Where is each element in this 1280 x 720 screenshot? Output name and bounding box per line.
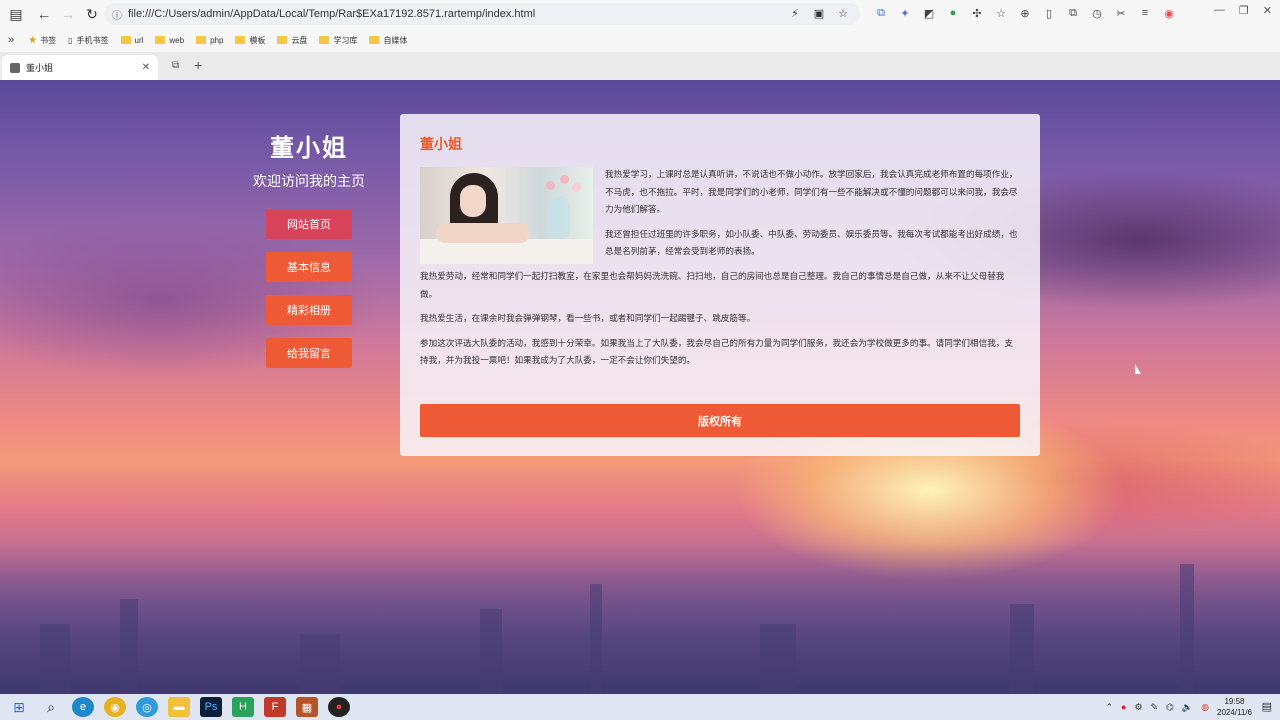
system-tray: ⌃ ● ⚙ ✎ ⌬ 🔈 ◍ 19:58 2024/11/6 bbox=[1105, 696, 1252, 718]
bookmark-folder[interactable]: web bbox=[155, 36, 184, 45]
bookmarks-bar: » ★ 书签 ▯ 手机书签 url web php 模板 云盘 学习库 自媒体 bbox=[0, 28, 1280, 52]
folder-icon bbox=[196, 36, 207, 44]
nav-home-button[interactable]: 网站首页 bbox=[266, 209, 352, 239]
antivirus-icon[interactable]: ◍ bbox=[1201, 702, 1209, 713]
page-favicon-icon bbox=[10, 62, 20, 73]
paragraph: 我热爱生活，在课余时我会弹弹钢琴，看一些书，或者和同学们一起踢毽子、跳皮筋等。 bbox=[420, 313, 756, 323]
network-icon[interactable]: ⌬ bbox=[1166, 702, 1174, 713]
record-icon[interactable]: ● bbox=[328, 697, 350, 717]
profile-icon[interactable]: ◉ bbox=[1160, 4, 1178, 22]
restore-icon[interactable]: ❐ bbox=[1239, 4, 1249, 17]
folder-icon bbox=[319, 36, 330, 44]
extension-icon[interactable]: ● bbox=[944, 4, 962, 22]
bookmark-folder[interactable]: php bbox=[196, 36, 223, 45]
sidebar-toggle-icon[interactable]: ▤ bbox=[4, 2, 28, 26]
folder-icon bbox=[155, 36, 166, 44]
photoshop-icon[interactable]: Ps bbox=[200, 697, 222, 717]
bookmark-folder[interactable]: url bbox=[120, 36, 143, 45]
bookmark-folder[interactable]: 学习库 bbox=[319, 35, 357, 46]
download-icon[interactable]: ⊕ bbox=[1016, 4, 1034, 22]
bookmark-folder[interactable]: 模板 bbox=[235, 35, 265, 46]
back-icon[interactable]: ← bbox=[32, 2, 56, 26]
tray-app-icon[interactable]: ⚙ bbox=[1134, 702, 1142, 713]
puzzle-icon[interactable]: ✣ bbox=[968, 4, 986, 22]
clock[interactable]: 19:58 2024/11/6 bbox=[1217, 696, 1252, 718]
copyright-footer: 版权所有 bbox=[420, 404, 1020, 437]
close-tab-icon[interactable]: ✕ bbox=[142, 62, 150, 73]
filezilla-icon[interactable]: F bbox=[264, 697, 286, 717]
tab-actions-icon[interactable]: ⧉ bbox=[172, 60, 179, 71]
new-tab-icon[interactable]: + bbox=[194, 57, 202, 73]
welcome-text: 欢迎访问我的主页 bbox=[253, 173, 365, 189]
folder-icon bbox=[277, 36, 288, 44]
search-icon[interactable]: ⌕ bbox=[40, 697, 62, 717]
sidebar: 董小姐 欢迎访问我的主页 网站首页 基本信息 精彩相册 给我留言 bbox=[248, 128, 370, 368]
volume-icon[interactable]: 🔈 bbox=[1182, 702, 1193, 713]
screenshot-icon[interactable]: ✂ bbox=[1112, 4, 1130, 22]
file-explorer-icon[interactable]: ▬ bbox=[168, 697, 190, 717]
history-icon[interactable]: ◷ bbox=[1088, 4, 1106, 22]
pen-icon[interactable]: ✎ bbox=[1151, 702, 1159, 713]
folder-icon bbox=[235, 36, 246, 44]
paragraph: 我热爱劳动，经常和同学们一起打扫教室，在家里也会帮妈妈洗洗碗、扫扫地，自己的房间… bbox=[420, 271, 1005, 299]
profile-photo bbox=[420, 167, 593, 264]
clock-date: 2024/11/6 bbox=[1217, 708, 1252, 717]
translate-icon[interactable]: ⧉ bbox=[872, 4, 890, 22]
browser-toolbar: ▤ ← → ↻ ⓘ file:///C:/Users/admin/AppData… bbox=[0, 0, 1280, 28]
expand-bookmarks-icon[interactable]: » bbox=[8, 34, 14, 46]
nav-info-button[interactable]: 基本信息 bbox=[266, 252, 352, 282]
collections-icon[interactable]: ⧉ bbox=[1064, 4, 1082, 22]
tab-active[interactable]: 董小姐 ✕ bbox=[2, 55, 158, 80]
mouse-cursor bbox=[1135, 364, 1141, 374]
extension-icon[interactable]: ◩ bbox=[920, 4, 938, 22]
bookmark-item[interactable]: ▯ 手机书签 bbox=[68, 35, 108, 46]
reload-icon[interactable]: ↻ bbox=[80, 2, 104, 26]
file-icon: ⓘ bbox=[112, 10, 122, 22]
bookmark-folder[interactable]: 云盘 bbox=[277, 35, 307, 46]
nav-album-button[interactable]: 精彩相册 bbox=[266, 295, 352, 325]
article-body: 我热爱学习，上课时总是认真听讲，不说话也不做小动作。放学回家后，我会认真完成老师… bbox=[420, 166, 1020, 370]
paragraph: 参加这次评选大队委的活动，我感到十分荣幸。如果我当上了大队委，我会尽自己的所有力… bbox=[420, 337, 1013, 366]
browser-icon[interactable]: ◎ bbox=[136, 697, 158, 717]
hbuilder-icon[interactable]: H bbox=[232, 697, 254, 717]
minimize-icon[interactable]: — bbox=[1214, 4, 1225, 17]
city-skyline bbox=[0, 544, 1280, 694]
content-card: 董小姐 我热爱学习，上课时总是认真听讲，不说话也不做小动作。放学回家后，我会认真… bbox=[400, 114, 1040, 456]
taskbar: ⊞ ⌕ e ◉ ◎ ▬ Ps H F ▦ ● ⌃ ● ⚙ ✎ ⌬ 🔈 ◍ 19:… bbox=[0, 694, 1280, 720]
tab-title: 董小姐 bbox=[26, 63, 54, 73]
menu-icon[interactable]: ≡ bbox=[1136, 4, 1154, 22]
windows-start-icon[interactable]: ⊞ bbox=[8, 697, 30, 717]
nav-menu: 网站首页 基本信息 精彩相册 给我留言 bbox=[248, 209, 370, 368]
folder-icon bbox=[369, 36, 380, 44]
notification-icon[interactable]: ▤ bbox=[1262, 700, 1272, 713]
lightning-icon[interactable]: ⚡ bbox=[786, 4, 804, 22]
close-window-icon[interactable]: ✕ bbox=[1263, 4, 1272, 17]
mobile-icon: ▯ bbox=[68, 35, 73, 45]
card-title: 董小姐 bbox=[420, 136, 462, 152]
ai-icon[interactable]: ✦ bbox=[896, 4, 914, 22]
tray-expand-icon[interactable]: ⌃ bbox=[1105, 702, 1113, 713]
tab-strip: 董小姐 ✕ ⧉ + bbox=[0, 52, 1280, 80]
address-bar[interactable]: ⓘ file:///C:/Users/admin/AppData/Local/T… bbox=[104, 3, 860, 25]
page-background: 董小姐 欢迎访问我的主页 网站首页 基本信息 精彩相册 给我留言 董小姐 我热爱… bbox=[0, 80, 1280, 694]
app-icon[interactable]: ▦ bbox=[296, 697, 318, 717]
folder-icon bbox=[120, 36, 131, 44]
nav-message-button[interactable]: 给我留言 bbox=[266, 338, 352, 368]
favorites-icon[interactable]: ☆ bbox=[992, 4, 1010, 22]
clock-time: 19:58 bbox=[1224, 697, 1245, 706]
bookmark-star-icon[interactable]: ☆ bbox=[834, 4, 852, 22]
bookmark-item[interactable]: ★ 书签 bbox=[28, 35, 56, 46]
site-title: 董小姐 bbox=[270, 135, 348, 162]
reader-icon[interactable]: ▣ bbox=[810, 4, 828, 22]
edge-icon[interactable]: e bbox=[72, 697, 94, 717]
star-icon: ★ bbox=[28, 34, 38, 46]
forward-icon[interactable]: → bbox=[56, 2, 80, 26]
chrome-icon[interactable]: ◉ bbox=[104, 697, 126, 717]
tray-record-icon[interactable]: ● bbox=[1121, 702, 1126, 712]
url-text: file:///C:/Users/admin/AppData/Local/Tem… bbox=[128, 8, 536, 20]
bookmark-folder[interactable]: 自媒体 bbox=[369, 35, 407, 46]
phone-icon[interactable]: ▯ bbox=[1040, 4, 1058, 22]
